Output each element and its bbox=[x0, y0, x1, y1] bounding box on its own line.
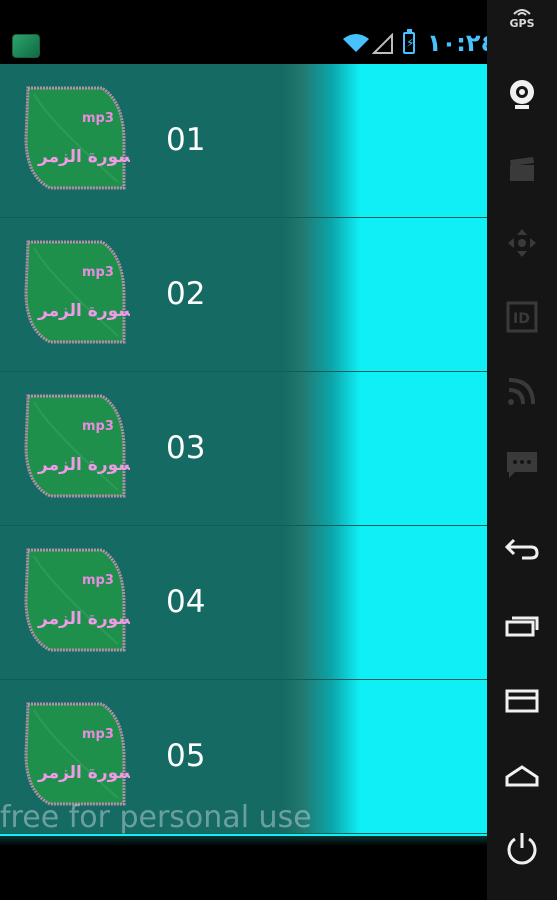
svg-text:mp3: mp3 bbox=[82, 419, 114, 434]
id-icon: ID bbox=[506, 301, 538, 333]
list-item[interactable]: mp3 سورة الزمر 04 bbox=[0, 526, 487, 680]
surah-thumbnail-icon: mp3 سورة الزمر bbox=[24, 240, 130, 344]
surah-list[interactable]: mp3 سورة الزمر 01 mp3 سورة الزمر 02 mp3 … bbox=[0, 64, 487, 836]
webcam-icon bbox=[510, 80, 534, 109]
rss-button[interactable] bbox=[503, 372, 541, 410]
status-bar: ⚡ ١٠:٢٤ bbox=[0, 26, 494, 64]
app-notification-icon bbox=[12, 34, 40, 58]
emulator-side-toolbar: GPS ID bbox=[487, 0, 557, 900]
track-label: 05 bbox=[166, 738, 206, 774]
back-button[interactable] bbox=[503, 530, 541, 568]
list-item[interactable]: mp3 سورة الزمر 02 bbox=[0, 218, 487, 372]
track-label: 01 bbox=[166, 122, 206, 158]
svg-text:ID: ID bbox=[513, 311, 530, 327]
recent-apps-icon bbox=[505, 616, 539, 637]
svg-text:سورة الزمر: سورة الزمر bbox=[37, 455, 130, 475]
dpad-icon bbox=[508, 229, 536, 257]
recent-apps-button[interactable] bbox=[503, 606, 541, 644]
gps-button[interactable]: GPS bbox=[505, 6, 539, 30]
list-item[interactable]: mp3 سورة الزمر 03 bbox=[0, 372, 487, 526]
battery-icon: ⚡ bbox=[403, 29, 415, 54]
wifi-gps-icon bbox=[513, 9, 531, 16]
watermark-text: free for personal use bbox=[0, 800, 312, 835]
list-item[interactable]: mp3 سورة الزمر 01 bbox=[0, 64, 487, 218]
svg-text:سورة الزمر: سورة الزمر bbox=[37, 147, 130, 167]
surah-thumbnail-icon: mp3 سورة الزمر bbox=[24, 548, 130, 652]
screen-record-button[interactable] bbox=[503, 150, 541, 188]
webcam-button[interactable] bbox=[503, 76, 541, 114]
svg-text:سورة الزمر: سورة الزمر bbox=[37, 609, 130, 629]
svg-text:mp3: mp3 bbox=[82, 727, 114, 742]
svg-text:mp3: mp3 bbox=[82, 111, 114, 126]
list-bottom-shadow bbox=[0, 836, 487, 846]
surah-thumbnail-icon: mp3 سورة الزمر bbox=[24, 394, 130, 498]
track-label: 03 bbox=[166, 430, 206, 466]
menu-button[interactable] bbox=[503, 682, 541, 720]
svg-text:سورة الزمر: سورة الزمر bbox=[37, 763, 130, 783]
status-clock: ١٠:٢٤ bbox=[427, 29, 496, 57]
svg-text:سورة الزمر: سورة الزمر bbox=[37, 301, 130, 321]
dpad-button[interactable] bbox=[503, 224, 541, 262]
svg-text:mp3: mp3 bbox=[82, 265, 114, 280]
back-icon bbox=[504, 538, 539, 560]
clapper-icon bbox=[510, 157, 534, 181]
power-icon bbox=[507, 833, 537, 865]
power-button[interactable] bbox=[503, 830, 541, 868]
device-id-button[interactable]: ID bbox=[503, 298, 541, 336]
signal-icon bbox=[372, 33, 393, 54]
sms-icon bbox=[507, 452, 537, 478]
menu-icon bbox=[505, 689, 539, 713]
home-button[interactable] bbox=[503, 756, 541, 794]
wifi-icon bbox=[343, 34, 369, 52]
home-icon bbox=[505, 765, 539, 787]
phone-screen: ⚡ ١٠:٢٤ mp3 سورة الزمر 01 mp3 سورة الزمر… bbox=[0, 0, 494, 900]
gps-label: GPS bbox=[509, 17, 535, 30]
track-label: 04 bbox=[166, 584, 206, 620]
sms-button[interactable] bbox=[503, 446, 541, 484]
svg-text:mp3: mp3 bbox=[82, 573, 114, 588]
track-label: 02 bbox=[166, 276, 206, 312]
surah-thumbnail-icon: mp3 سورة الزمر bbox=[24, 86, 130, 190]
rss-icon bbox=[508, 378, 535, 405]
surah-thumbnail-icon: mp3 سورة الزمر bbox=[24, 702, 130, 806]
